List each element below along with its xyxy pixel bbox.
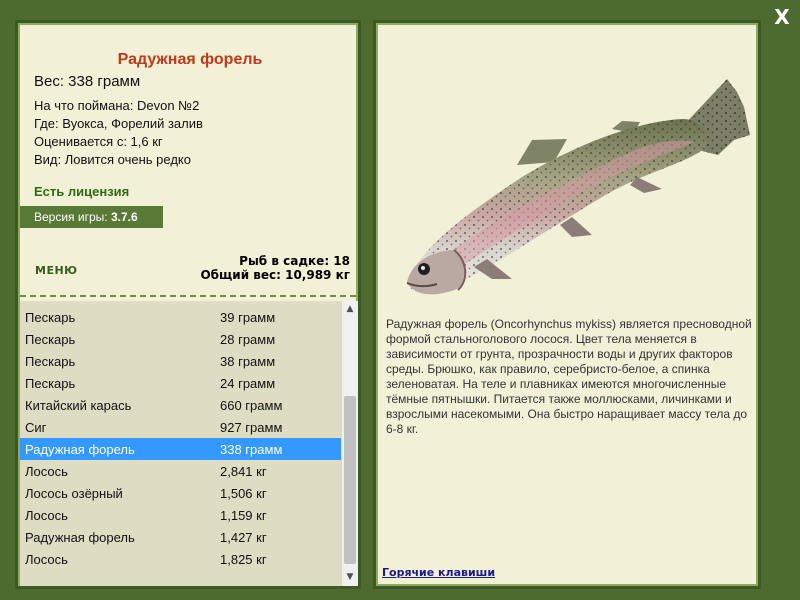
fish-title: Радужная форель: [117, 51, 263, 68]
fish-name: Пескарь: [25, 331, 76, 347]
list-scrollbar[interactable]: ▲ ▼: [341, 301, 358, 586]
fish-weight-cell: 660 грамм: [220, 397, 283, 413]
fish-weight-cell: 1,825 кг: [220, 551, 267, 567]
fish-weight-cell: 38 грамм: [220, 353, 276, 369]
fish-name: Пескарь: [25, 353, 76, 369]
trout-icon: [406, 79, 750, 295]
list-item[interactable]: Лосось 1,159 кг: [20, 504, 341, 526]
valued-from: Оценивается с: 1,6 кг: [34, 134, 163, 149]
license-status: Есть лицензия: [34, 184, 130, 199]
catch-list[interactable]: Пескарь 39 грамм Пескарь 28 грамм Пескарь 38 …: [20, 301, 341, 586]
fish-weight-cell: 24 грамм: [220, 375, 276, 391]
scroll-thumb[interactable]: [344, 396, 356, 564]
list-item[interactable]: Пескарь 28 грамм: [20, 328, 341, 350]
fish-weight-cell: 1,506 кг: [220, 485, 267, 501]
list-item[interactable]: Пескарь 38 грамм: [20, 350, 341, 372]
hotkeys-link[interactable]: Горячие клавиши: [382, 566, 495, 579]
fish-name: Радужная форель: [25, 441, 135, 457]
fish-weight: Вес: 338 грамм: [34, 73, 141, 90]
fish-name: Лосось: [25, 507, 68, 523]
list-item[interactable]: Сиг 927 грамм: [20, 416, 341, 438]
divider: [20, 295, 356, 297]
fish-name: Сиг: [25, 419, 47, 435]
fish-name: Лосось: [25, 551, 68, 567]
fish-weight-cell: 1,427 кг: [220, 529, 267, 545]
fish-name: Китайский карась: [25, 397, 132, 413]
fish-name: Лосось: [25, 463, 68, 479]
caught-where: Где: Вуокса, Форелий залив: [34, 116, 203, 131]
fish-weight-cell: 1,159 кг: [220, 507, 267, 523]
scroll-down-icon[interactable]: ▼: [342, 569, 358, 586]
fish-weight-cell: 2,841 кг: [220, 463, 267, 479]
fish-picture-panel: Радужная форель (Oncorhynchus mykiss) яв…: [373, 20, 761, 589]
list-item[interactable]: Радужная форель 338 грамм: [20, 438, 341, 460]
list-item[interactable]: Лосось озёрный 1,506 кг: [20, 482, 341, 504]
fish-name: Пескарь: [25, 375, 76, 391]
species-rarity: Вид: Ловится очень редко: [34, 152, 191, 167]
list-item[interactable]: Радужная форель 1,427 кг: [20, 526, 341, 548]
scroll-up-icon[interactable]: ▲: [342, 301, 358, 318]
keepnet-stats: Рыб в садке: 18 Общий вес: 10,989 кг: [200, 254, 350, 282]
fish-weight-cell: 927 грамм: [220, 419, 283, 435]
game-version: Версия игры: 3.7.6: [20, 206, 163, 228]
list-item[interactable]: Лосось 2,841 кг: [20, 460, 341, 482]
list-item[interactable]: Пескарь 39 грамм: [20, 306, 341, 328]
fish-description: Радужная форель (Oncorhynchus mykiss) яв…: [386, 317, 752, 436]
list-item[interactable]: Китайский карась 660 грамм: [20, 394, 341, 416]
fish-name: Пескарь: [25, 309, 76, 325]
fish-weight-cell: 28 грамм: [220, 331, 276, 347]
fish-name: Лосось озёрный: [25, 485, 123, 501]
fish-details: На что поймана: Devon №2 Где: Вуокса, Фо…: [34, 97, 203, 169]
fish-weight-cell: 39 грамм: [220, 309, 276, 325]
fish-name: Радужная форель: [25, 529, 135, 545]
fish-count: Рыб в садке: 18: [239, 254, 350, 268]
trout-image: [382, 47, 756, 307]
total-weight: Общий вес: 10,989 кг: [200, 268, 350, 282]
version-label: Версия игры:: [34, 210, 108, 224]
fish-info-panel: Радужная форель Вес: 338 грамм На что по…: [15, 20, 361, 589]
version-value: 3.7.6: [110, 210, 138, 224]
caught-with: На что поймана: Devon №2: [34, 98, 200, 113]
fish-weight-cell: 338 грамм: [220, 441, 283, 457]
menu-button[interactable]: МЕНЮ: [35, 264, 78, 277]
close-icon[interactable]: X: [770, 5, 794, 29]
list-item[interactable]: Лосось 1,825 кг: [20, 548, 341, 570]
list-item[interactable]: Пескарь 24 грамм: [20, 372, 341, 394]
